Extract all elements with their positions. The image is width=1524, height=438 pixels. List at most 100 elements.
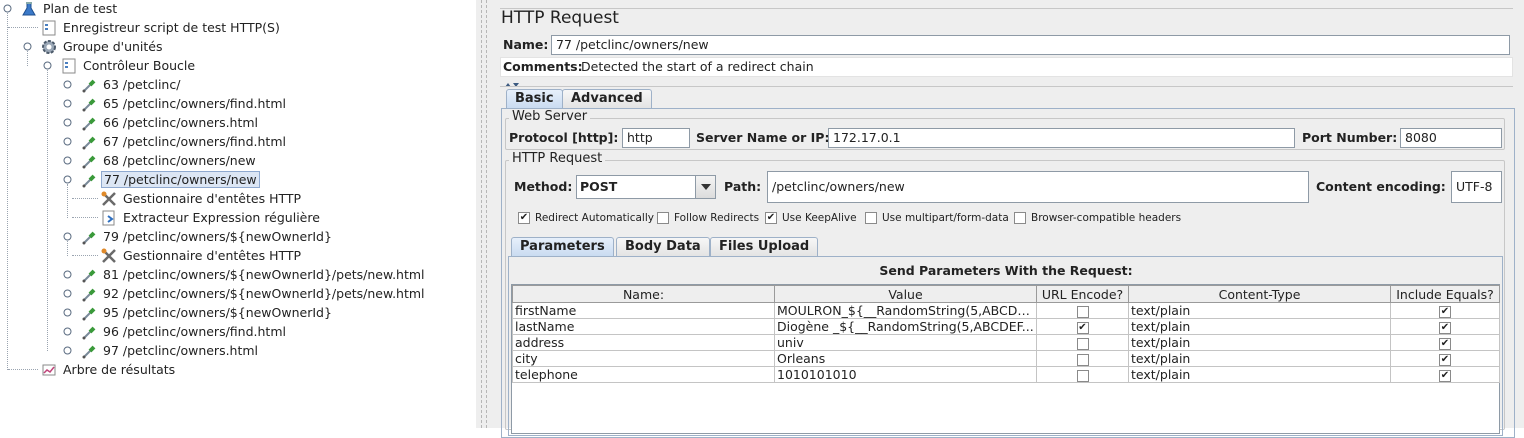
expand-handle-icon[interactable] [63, 118, 72, 127]
column-header-url-encode[interactable]: URL Encode? [1036, 285, 1129, 303]
param-value-cell[interactable]: Orleans [774, 350, 1037, 367]
parameters-table-area[interactable]: Name: Value URL Encode? Content-Type Inc… [511, 284, 1500, 434]
expand-handle-icon[interactable] [63, 270, 72, 279]
tree-node-header-manager[interactable]: Gestionnaire d'entêtes HTTP [100, 246, 303, 265]
use-keepalive-checkbox[interactable]: ✔ Use KeepAlive [765, 212, 857, 224]
collapse-handle-icon[interactable] [63, 175, 72, 184]
expand-handle-icon[interactable] [63, 156, 72, 165]
url-encode-cell[interactable] [1036, 366, 1129, 383]
tab-advanced[interactable]: Advanced [562, 89, 652, 109]
column-header-value[interactable]: Value [774, 285, 1037, 303]
tree-node-results-tree[interactable]: Arbre de résultats [40, 360, 177, 379]
resize-arrows-icon[interactable] [502, 77, 520, 87]
path-field[interactable]: /petclinc/owners/new [767, 171, 1309, 203]
column-header-include-equals[interactable]: Include Equals? [1390, 285, 1500, 303]
expand-handle-icon[interactable] [63, 308, 72, 317]
include-equals-cell[interactable]: ✔ [1390, 334, 1500, 351]
name-field[interactable]: 77 /petclinc/owners/new [551, 35, 1510, 55]
include-equals-cell[interactable]: ✔ [1390, 302, 1500, 319]
tree-node-sampler[interactable]: 95 /petclinc/owners/${newOwnerId} [80, 303, 334, 322]
tree-node-sampler[interactable]: 65 /petclinc/owners/find.html [80, 94, 288, 113]
include-equals-cell[interactable]: ✔ [1390, 366, 1500, 383]
content-type-cell[interactable]: text/plain [1128, 318, 1391, 335]
param-name-cell[interactable]: address [512, 334, 775, 351]
content-encoding-field[interactable]: UTF-8 [1451, 171, 1502, 203]
collapse-handle-icon[interactable] [43, 61, 52, 70]
tree-node-thread-group[interactable]: Groupe d'unités [40, 37, 165, 56]
param-value-cell[interactable]: univ [774, 334, 1037, 351]
checkbox-checked-icon[interactable]: ✔ [1439, 353, 1451, 366]
browser-compatible-headers-checkbox[interactable]: Browser-compatible headers [1014, 212, 1181, 224]
tree-node-sampler[interactable]: 66 /petclinc/owners.html [80, 113, 260, 132]
content-type-cell[interactable]: text/plain [1128, 302, 1391, 319]
test-plan-tree[interactable]: Plan de test Enregistreur script de test… [0, 0, 476, 428]
table-row[interactable]: city Orleans text/plain ✔ [512, 350, 1500, 367]
url-encode-cell[interactable] [1036, 350, 1129, 367]
url-encode-cell[interactable] [1036, 302, 1129, 319]
include-equals-cell[interactable]: ✔ [1390, 350, 1500, 367]
checkbox-checked-icon[interactable]: ✔ [1439, 305, 1451, 318]
follow-redirects-checkbox[interactable]: Follow Redirects [657, 212, 759, 224]
checkbox-unchecked-icon[interactable] [1076, 305, 1089, 318]
collapse-handle-icon[interactable] [3, 4, 12, 13]
content-type-cell[interactable]: text/plain [1128, 334, 1391, 351]
url-encode-cell[interactable]: ✔ [1036, 318, 1129, 335]
tree-node-sampler[interactable]: 81 /petclinc/owners/${newOwnerId}/pets/n… [80, 265, 427, 284]
content-type-cell[interactable]: text/plain [1128, 350, 1391, 367]
param-value-cell[interactable]: MOULRON_${__RandomString(5,ABCDEF... [774, 302, 1037, 319]
collapse-handle-icon[interactable] [23, 42, 32, 51]
checkbox-checked-icon[interactable]: ✔ [1439, 337, 1451, 350]
tab-body-data[interactable]: Body Data [616, 237, 710, 257]
checkbox-unchecked-icon[interactable] [1076, 337, 1089, 350]
use-multipart-checkbox[interactable]: Use multipart/form-data [865, 212, 1009, 224]
param-name-cell[interactable]: telephone [512, 366, 775, 383]
checkbox-unchecked-icon[interactable] [1076, 369, 1089, 382]
expand-handle-icon[interactable] [63, 289, 72, 298]
tree-node-sampler[interactable]: 63 /petclinc/ [80, 75, 182, 94]
table-row[interactable]: lastName Diogène _${__RandomString(5,ABC… [512, 318, 1500, 335]
expand-handle-icon[interactable] [63, 346, 72, 355]
tree-node-regex-extractor[interactable]: Extracteur Expression régulière [100, 208, 322, 227]
checkbox-unchecked-icon[interactable] [1076, 353, 1089, 366]
expand-handle-icon[interactable] [63, 99, 72, 108]
tab-parameters[interactable]: Parameters [511, 237, 614, 257]
expand-handle-icon[interactable] [63, 80, 72, 89]
tree-node-test-plan[interactable]: Plan de test [20, 0, 119, 18]
method-select[interactable]: POST [576, 175, 716, 199]
checkbox-checked-icon[interactable]: ✔ [1439, 369, 1451, 382]
table-row[interactable]: firstName MOULRON_${__RandomString(5,ABC… [512, 302, 1500, 319]
tree-node-header-manager[interactable]: Gestionnaire d'entêtes HTTP [100, 189, 303, 208]
dropdown-arrow-button[interactable] [695, 176, 715, 198]
collapse-handle-icon[interactable] [63, 232, 72, 241]
checkbox-checked-icon[interactable]: ✔ [1439, 321, 1451, 334]
tab-files-upload[interactable]: Files Upload [710, 237, 819, 257]
tree-node-sampler[interactable]: 79 /petclinc/owners/${newOwnerId} [80, 227, 334, 246]
split-pane-divider[interactable] [476, 0, 498, 428]
tree-node-recorder[interactable]: Enregistreur script de test HTTP(S) [40, 18, 282, 37]
tree-node-sampler[interactable]: 68 /petclinc/owners/new [80, 151, 258, 170]
param-name-cell[interactable]: city [512, 350, 775, 367]
param-value-cell[interactable]: Diogène _${__RandomString(5,ABCDEF... [774, 318, 1037, 335]
server-name-field[interactable]: 172.17.0.1 [828, 128, 1295, 148]
param-value-cell[interactable]: 1010101010 [774, 366, 1037, 383]
table-row[interactable]: telephone 1010101010 text/plain ✔ [512, 366, 1500, 383]
param-name-cell[interactable]: lastName [512, 318, 775, 335]
column-header-name[interactable]: Name: [512, 285, 775, 303]
param-name-cell[interactable]: firstName [512, 302, 775, 319]
redirect-automatically-checkbox[interactable]: ✔ Redirect Automatically [518, 212, 654, 224]
port-field[interactable]: 8080 [1400, 128, 1502, 148]
tree-node-sampler-selected[interactable]: 77 /petclinc/owners/new [80, 170, 260, 189]
tree-node-sampler[interactable]: 97 /petclinc/owners.html [80, 341, 260, 360]
tree-node-loop-controller[interactable]: Contrôleur Boucle [60, 56, 197, 75]
tree-node-sampler[interactable]: 96 /petclinc/owners/find.html [80, 322, 288, 341]
table-row[interactable]: address univ text/plain ✔ [512, 334, 1500, 351]
tab-basic[interactable]: Basic [506, 89, 563, 109]
tree-node-sampler[interactable]: 67 /petclinc/owners/find.html [80, 132, 288, 151]
url-encode-cell[interactable] [1036, 334, 1129, 351]
expand-handle-icon[interactable] [63, 137, 72, 146]
column-header-content-type[interactable]: Content-Type [1128, 285, 1391, 303]
protocol-field[interactable]: http [622, 128, 690, 148]
content-type-cell[interactable]: text/plain [1128, 366, 1391, 383]
expand-handle-icon[interactable] [63, 327, 72, 336]
checkbox-checked-icon[interactable]: ✔ [1076, 321, 1089, 334]
